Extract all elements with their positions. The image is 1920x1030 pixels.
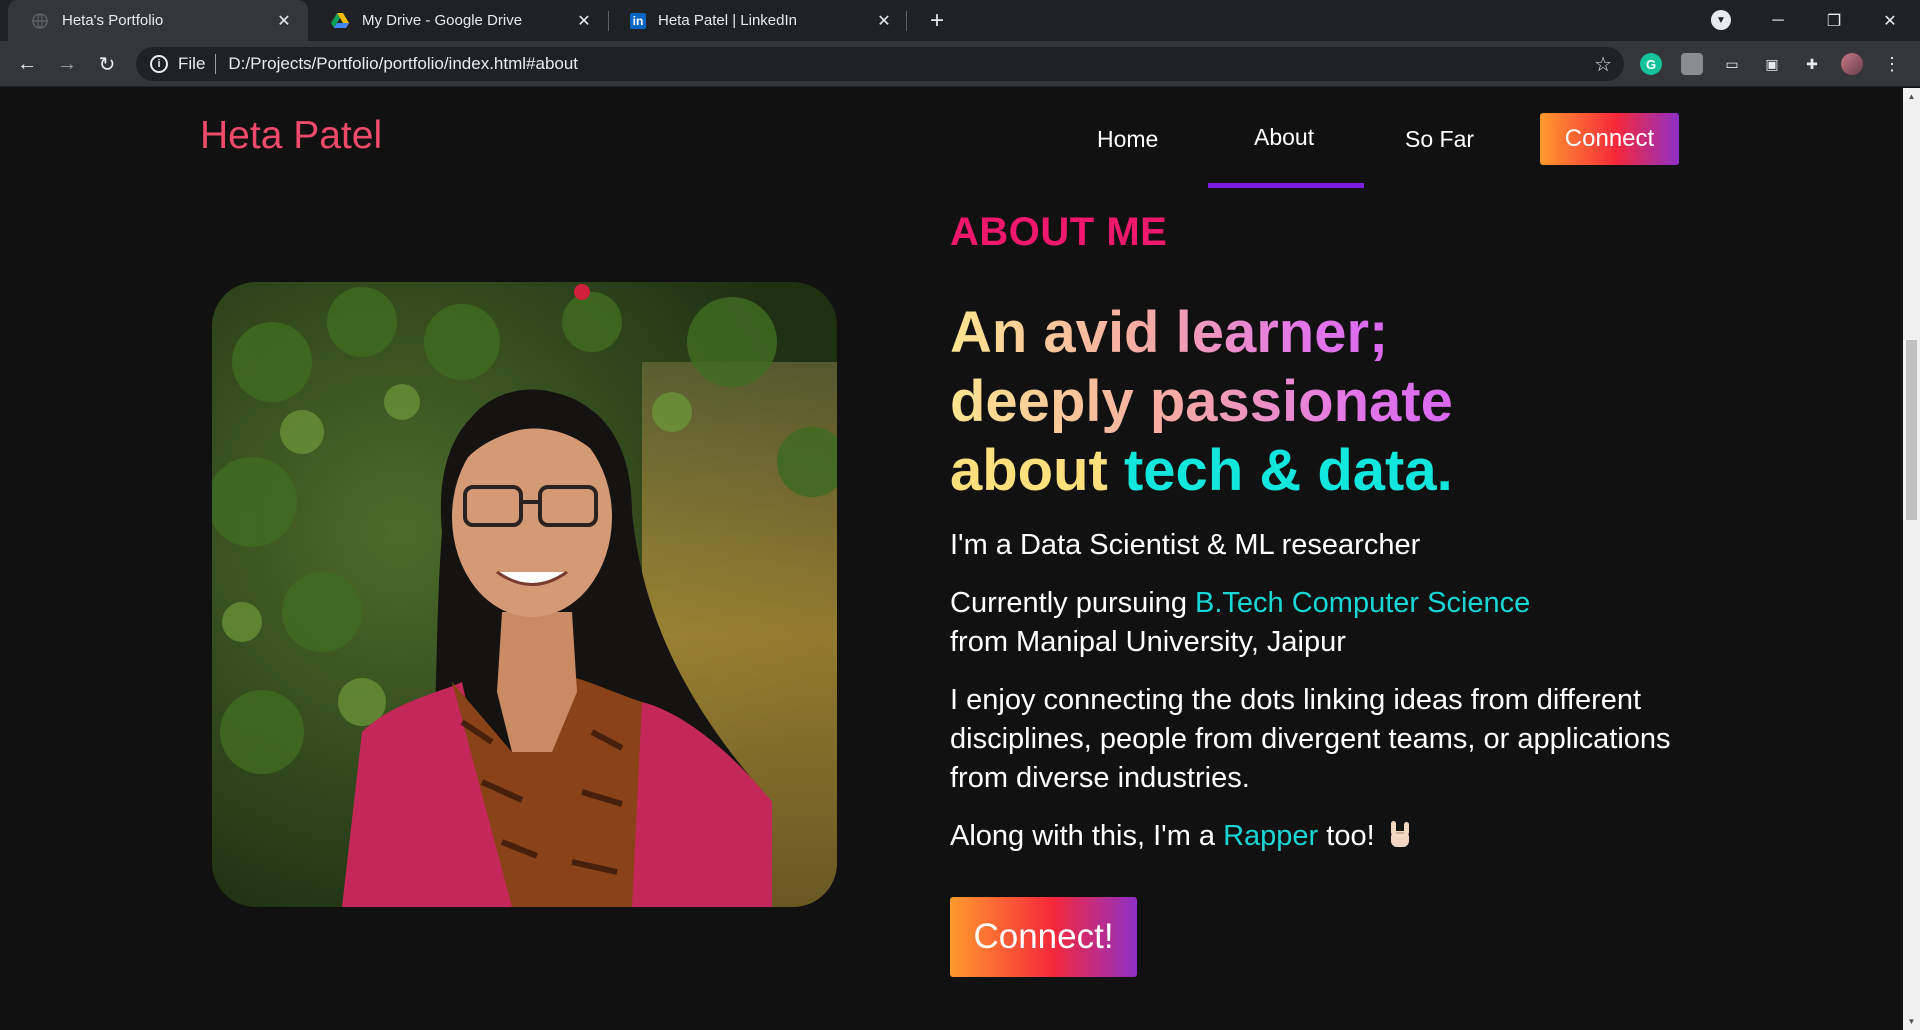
address-url[interactable]: D:/Projects/Portfolio/portfolio/index.ht…: [228, 54, 1594, 74]
education-text-post: from Manipal University, Jaipur: [950, 626, 1346, 658]
linkedin-icon: in: [630, 12, 646, 29]
close-window-icon[interactable]: ✕: [1862, 0, 1918, 41]
minimize-icon[interactable]: ─: [1750, 0, 1806, 41]
hobby-paragraph: Along with this, I'm a Rapper too!: [950, 817, 1710, 856]
scrollbar-thumb[interactable]: [1906, 340, 1917, 520]
tab-title: Heta Patel | LinkedIn: [658, 12, 797, 29]
tagline-highlight: tech & data.: [1123, 438, 1453, 503]
intro-paragraph: I'm a Data Scientist & ML researcher: [950, 529, 1421, 561]
profile-avatar[interactable]: [1841, 53, 1863, 75]
extensions-puzzle-icon[interactable]: ✚: [1801, 53, 1823, 75]
card-extension-icon[interactable]: ▭: [1721, 53, 1743, 75]
browser-toolbar: ← → ↻ i File D:/Projects/Portfolio/portf…: [0, 41, 1920, 87]
tagline-heading: An avid learner; deeply passionate about…: [950, 298, 1650, 505]
forward-arrow-icon[interactable]: →: [52, 49, 82, 79]
reload-icon[interactable]: ↻: [92, 49, 122, 79]
tab-google-drive[interactable]: My Drive - Google Drive ✕: [308, 0, 608, 41]
about-heading: ABOUT ME: [950, 210, 1168, 254]
scroll-up-arrow-icon[interactable]: ▲: [1903, 88, 1920, 105]
extension-icon[interactable]: [1681, 53, 1703, 75]
tab-close-icon[interactable]: ✕: [572, 9, 596, 33]
education-text-pre: Currently pursuing: [950, 587, 1195, 619]
tab-close-icon[interactable]: ✕: [272, 9, 296, 33]
tab-title: My Drive - Google Drive: [362, 12, 523, 29]
rapper-highlight: Rapper: [1223, 820, 1319, 852]
picture-in-picture-icon[interactable]: ▣: [1761, 53, 1783, 75]
nav-link-home[interactable]: Home: [1097, 126, 1158, 153]
tab-title: Heta's Portfolio: [62, 12, 164, 29]
tab-separator: [906, 11, 907, 31]
tab-linkedin[interactable]: in Heta Patel | LinkedIn ✕: [608, 0, 908, 41]
connect-cta-button[interactable]: Connect!: [950, 897, 1137, 977]
grammarly-extension-icon[interactable]: G: [1640, 53, 1662, 75]
scroll-down-arrow-icon[interactable]: ▼: [1903, 1013, 1920, 1030]
tagline-line-1: An avid learner;: [950, 300, 1389, 365]
degree-highlight: B.Tech Computer Science: [1195, 587, 1531, 619]
info-icon[interactable]: i: [150, 55, 168, 73]
restore-icon[interactable]: ❐: [1806, 0, 1862, 41]
nav-link-about[interactable]: About: [1254, 124, 1314, 151]
browser-tab-strip: Heta's Portfolio ✕ My Drive - Google Dri…: [0, 0, 1920, 41]
tab-portfolio[interactable]: Heta's Portfolio ✕: [8, 0, 308, 41]
nav-connect-button[interactable]: Connect: [1540, 113, 1679, 165]
google-drive-icon: [330, 11, 350, 31]
education-paragraph: Currently pursuing B.Tech Computer Scien…: [950, 584, 1710, 662]
globe-icon: [30, 11, 50, 31]
site-logo-text[interactable]: Heta Patel: [200, 114, 382, 158]
page-viewport: Heta Patel Home About So Far Connect ABO…: [0, 88, 1920, 1030]
tab-close-icon[interactable]: ✕: [872, 9, 896, 33]
back-arrow-icon[interactable]: ←: [12, 49, 42, 79]
address-bar[interactable]: i File D:/Projects/Portfolio/portfolio/i…: [136, 47, 1624, 81]
tab-search-dropdown-icon[interactable]: ▼: [1711, 10, 1731, 30]
new-tab-button[interactable]: +: [922, 6, 952, 36]
nav-link-so-far[interactable]: So Far: [1405, 126, 1474, 153]
rock-hand-emoji-icon: [1389, 819, 1411, 849]
nav-active-indicator: [1208, 183, 1364, 188]
tagline-line-3: about: [950, 438, 1124, 503]
address-divider: [215, 54, 217, 74]
bookmark-star-icon[interactable]: ☆: [1594, 52, 1612, 77]
profile-photo: [212, 282, 837, 907]
tagline-line-2: deeply passionate: [950, 369, 1453, 434]
vertical-scrollbar[interactable]: ▲ ▼: [1903, 88, 1920, 1030]
menu-kebab-icon[interactable]: ⋮: [1881, 53, 1903, 75]
hobby-text-pre: Along with this, I'm a: [950, 820, 1224, 852]
address-scheme: File: [178, 54, 206, 73]
interests-paragraph: I enjoy connecting the dots linking idea…: [950, 684, 1671, 794]
hobby-text-post: too!: [1318, 820, 1375, 852]
